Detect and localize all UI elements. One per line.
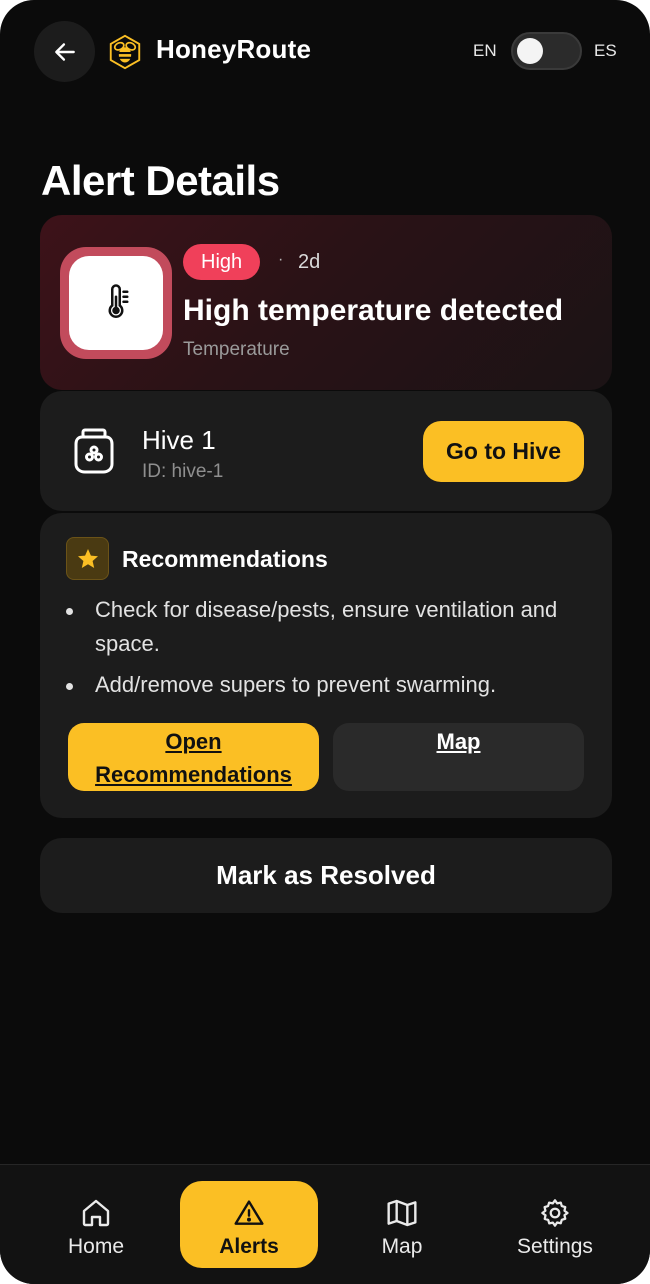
alert-triangle-icon	[234, 1200, 264, 1225]
language-label-en: EN	[473, 41, 497, 60]
list-item: Check for disease/pests, ensure ventilat…	[66, 593, 596, 661]
bottom-navigation: Home Alerts Map Settings	[0, 1164, 650, 1284]
page-title: Alert Details	[41, 157, 280, 204]
bee-logo-icon	[109, 34, 141, 70]
hive-card: Hive 1 ID: hive-1 Go to Hive	[40, 391, 612, 511]
nav-item-home[interactable]: Home	[27, 1181, 165, 1268]
hive-id: ID: hive-1	[142, 461, 224, 482]
alert-title: High temperature detected	[183, 294, 564, 327]
nav-label: Settings	[517, 1235, 593, 1258]
nav-item-alerts[interactable]: Alerts	[180, 1181, 318, 1268]
go-to-hive-button[interactable]: Go to Hive	[423, 421, 584, 482]
recommendations-list: Check for disease/pests, ensure ventilat…	[66, 593, 596, 709]
hive-name: Hive 1	[142, 425, 216, 455]
star-icon	[66, 537, 109, 580]
open-recommendations-button[interactable]: Open Recommendations	[68, 723, 319, 791]
map-icon	[387, 1199, 417, 1227]
language-toggle[interactable]	[511, 32, 582, 70]
list-item: Add/remove supers to prevent swarming.	[66, 668, 596, 702]
map-button[interactable]: Map	[333, 723, 584, 791]
nav-label: Map	[381, 1235, 423, 1258]
meta-separator: ·	[278, 251, 284, 268]
gear-icon	[541, 1199, 569, 1227]
alert-age: 2d	[298, 251, 321, 273]
alert-category: Temperature	[183, 339, 290, 360]
app-screen: HoneyRoute EN ES Alert Details High · 2d	[0, 0, 650, 1284]
severity-badge: High	[183, 244, 261, 280]
recommendations-card: Recommendations Check for disease/pests,…	[40, 513, 612, 818]
arrow-left-icon	[54, 42, 75, 61]
language-label-es: ES	[594, 41, 617, 60]
nav-item-settings[interactable]: Settings	[486, 1181, 624, 1268]
mark-resolved-button[interactable]: Mark as Resolved	[40, 838, 612, 913]
nav-label: Home	[67, 1235, 125, 1258]
nav-label: Alerts	[219, 1235, 279, 1258]
recommendations-title: Recommendations	[122, 546, 328, 572]
nav-item-map[interactable]: Map	[333, 1181, 471, 1268]
toggle-knob	[517, 38, 543, 64]
alert-icon-frame	[60, 247, 172, 359]
thermometer-icon	[108, 284, 129, 318]
alert-summary-card: High · 2d High temperature detected Temp…	[40, 215, 612, 390]
app-title: HoneyRoute	[156, 34, 312, 64]
hive-jar-icon	[74, 428, 114, 474]
back-button[interactable]	[34, 21, 95, 82]
header: HoneyRoute EN ES	[0, 0, 650, 104]
home-icon	[82, 1199, 110, 1227]
